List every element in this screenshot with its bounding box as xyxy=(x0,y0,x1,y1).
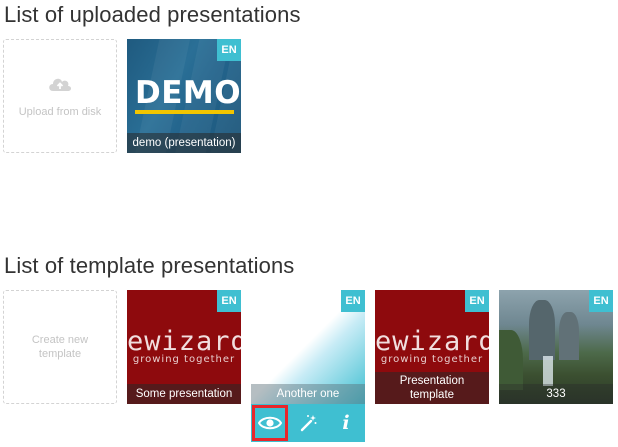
upload-from-disk-button[interactable]: Upload from disk xyxy=(3,39,117,153)
language-badge: EN xyxy=(341,290,365,312)
cloud-upload-icon xyxy=(49,78,71,91)
demo-thumbnail-text: DEMO xyxy=(135,75,241,111)
template-section-title: List of template presentations xyxy=(4,253,295,278)
presentation-tile-demo[interactable]: DEMO EN demo (presentation) xyxy=(127,39,241,153)
template-caption: Some presentation xyxy=(127,384,241,404)
template-tile-333[interactable]: EN 333 xyxy=(499,290,613,404)
ewizard-tagline: growing together xyxy=(132,354,236,365)
template-tile-presentation-template[interactable]: ewizard growing together EN Presentation… xyxy=(375,290,489,404)
create-new-template-button[interactable]: Create new template xyxy=(3,290,117,404)
edit-button[interactable] xyxy=(292,407,324,439)
info-button[interactable]: i xyxy=(330,407,362,439)
magic-wand-icon xyxy=(300,415,317,432)
ewizard-logo: ewizard xyxy=(375,326,489,357)
template-caption: 333 xyxy=(499,384,613,404)
uploaded-section-title: List of uploaded presentations xyxy=(4,2,301,27)
template-tile-another-one[interactable]: EN Another one xyxy=(251,290,365,404)
template-tile-some-presentation[interactable]: ewizard growing together EN Some present… xyxy=(127,290,241,404)
language-badge: EN xyxy=(589,290,613,312)
template-caption: Presentation template xyxy=(375,372,489,404)
demo-underline xyxy=(135,110,234,114)
template-action-bar: i xyxy=(251,404,365,442)
ewizard-logo: ewizard xyxy=(127,326,241,357)
language-badge: EN xyxy=(465,290,489,312)
language-badge: EN xyxy=(217,39,241,61)
presentation-caption: demo (presentation) xyxy=(127,133,241,153)
create-template-label: Create new template xyxy=(31,334,89,360)
language-badge: EN xyxy=(217,290,241,312)
eye-icon xyxy=(258,416,282,430)
template-caption: Another one xyxy=(251,384,365,404)
upload-label: Upload from disk xyxy=(18,106,102,118)
ewizard-tagline: growing together xyxy=(380,354,484,365)
preview-button[interactable] xyxy=(252,405,288,441)
info-icon: i xyxy=(342,412,350,434)
